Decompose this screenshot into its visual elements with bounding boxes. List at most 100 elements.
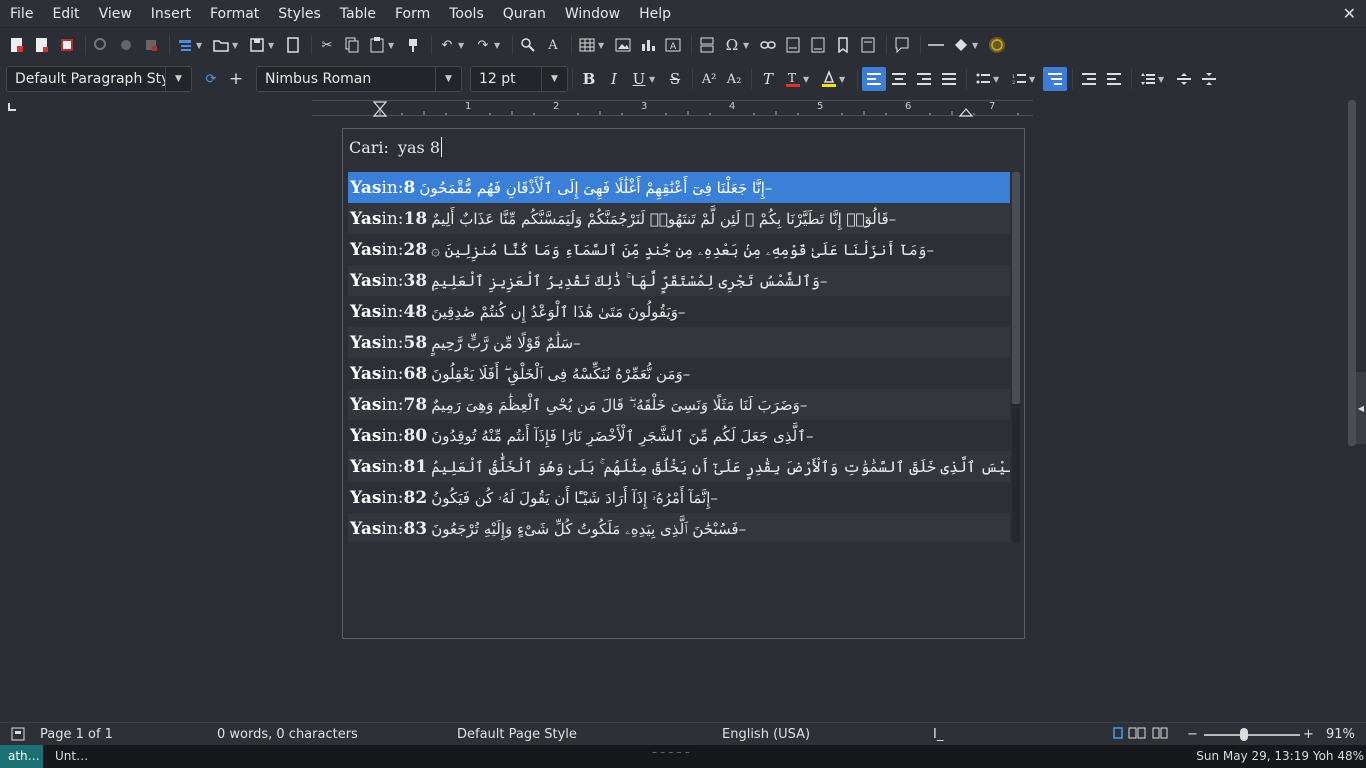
menu-view[interactable]: View [89, 0, 141, 28]
align-right-icon[interactable] [912, 67, 936, 91]
line-spacing-dropdown-icon[interactable]: ▼ [1158, 75, 1168, 84]
result-item[interactable]: Yas in: 18 –قَالُوٓا۟ إِنَّا تَطَيَّرْنَا ب… [348, 203, 1010, 234]
navigator-icon[interactable] [174, 34, 196, 56]
increase-indent-icon[interactable] [1077, 67, 1101, 91]
new-style-icon[interactable]: + [225, 68, 247, 90]
highlight-dropdown-icon[interactable]: ▼ [839, 75, 849, 84]
insert-line-icon[interactable] [925, 34, 947, 56]
insert-image-icon[interactable] [612, 34, 634, 56]
result-item[interactable]: Yas in: 78 –وَضَرَبَ لَنَا مَثَلًا وَنَسِىَ… [348, 389, 1010, 420]
insert-chart-icon[interactable] [637, 34, 659, 56]
result-item[interactable]: Yas in: 83 –فَسُبْحَٰنَ ٱلَّذِى بِيَدِهِۦ م… [348, 513, 1010, 542]
save-dropdown-icon[interactable]: ▼ [268, 41, 278, 50]
redo-icon[interactable]: ↷ [472, 34, 494, 56]
bold-icon[interactable]: B [577, 67, 601, 91]
table-dropdown-icon[interactable]: ▼ [598, 41, 608, 50]
single-page-view-icon[interactable] [1113, 727, 1123, 743]
search-field[interactable]: Cari: yas 8 [349, 137, 442, 157]
word-count[interactable]: 0 words, 0 characters [217, 727, 358, 742]
outline-format-icon[interactable] [1043, 67, 1067, 91]
tab-stop-corner-icon[interactable] [8, 103, 16, 111]
book-view-icon[interactable] [1152, 727, 1168, 743]
chevron-down-icon[interactable]: ▼ [435, 67, 461, 91]
decrease-paragraph-spacing-icon[interactable] [1197, 67, 1221, 91]
spelling-icon[interactable]: A [542, 34, 564, 56]
zoom-slider-handle[interactable] [1240, 728, 1248, 741]
insert-field-icon[interactable]: Ω [721, 34, 743, 56]
update-style-icon[interactable]: ⟳ [200, 68, 222, 90]
open-dropdown-icon[interactable]: ▼ [232, 41, 242, 50]
result-item[interactable]: Yas in: 8 –إِنَّا جَعَلْنَا فِىٓ أَعْنَٰقِه… [348, 172, 1010, 203]
line-spacing-icon[interactable] [1136, 67, 1160, 91]
save-icon[interactable] [246, 34, 268, 56]
document-modified-icon[interactable] [11, 727, 25, 745]
menu-tools[interactable]: Tools [439, 0, 493, 28]
settings-disabled-icon[interactable] [115, 34, 137, 56]
document-page[interactable]: Cari: yas 8 Yas in: 8 –إِنَّا جَعَلْنَا فِى… [342, 128, 1025, 639]
menu-table[interactable]: Table [330, 0, 385, 28]
insert-comment-icon[interactable] [891, 34, 913, 56]
menu-help[interactable]: Help [629, 0, 680, 28]
bullets-icon[interactable] [971, 67, 995, 91]
templates-icon[interactable] [56, 34, 78, 56]
numbering-dropdown-icon[interactable]: ▼ [1029, 75, 1039, 84]
menu-quran[interactable]: Quran [493, 0, 555, 28]
workspace-indicator[interactable]: ath… [0, 745, 43, 768]
font-size-combo[interactable]: 12 pt ▼ [470, 66, 568, 92]
document-vertical-scrollbar[interactable] [1348, 100, 1356, 446]
chevron-down-icon[interactable]: ▼ [165, 67, 191, 91]
page-count[interactable]: Page 1 of 1 [40, 727, 113, 742]
result-item[interactable]: Yas in: 28 –وَمَآ أَنزَلْنَا عَلَىٰ قَوْمِه… [348, 234, 1010, 265]
font-color-icon[interactable]: T [781, 67, 805, 91]
zoom-out-icon[interactable]: − [1187, 727, 1198, 742]
chevron-down-icon[interactable]: ▼ [541, 67, 567, 91]
menu-file[interactable]: File [0, 0, 42, 28]
result-item[interactable]: Yas in: 58 –سَلَٰمٌ قَوْلًا مِّن رَّبٍّ رَّ… [348, 327, 1010, 358]
zoom-in-icon[interactable]: + [1303, 727, 1314, 742]
new-document-icon[interactable] [6, 34, 28, 56]
results-scrollbar-thumb[interactable] [1012, 172, 1020, 404]
decrease-indent-icon[interactable] [1102, 67, 1126, 91]
increase-paragraph-spacing-icon[interactable] [1172, 67, 1196, 91]
multi-page-view-icon[interactable] [1128, 727, 1146, 743]
page-style[interactable]: Default Page Style [457, 727, 577, 742]
align-left-icon[interactable] [862, 67, 886, 91]
menu-styles[interactable]: Styles [268, 0, 329, 28]
insert-cross-reference-icon[interactable] [857, 34, 879, 56]
copy-icon[interactable] [341, 34, 363, 56]
menu-insert[interactable]: Insert [141, 0, 200, 28]
new-template-icon[interactable] [31, 34, 53, 56]
redo-dropdown-icon[interactable]: ▼ [494, 41, 504, 50]
underline-icon[interactable]: U [627, 67, 651, 91]
basic-shapes-icon[interactable] [950, 34, 972, 56]
insert-page-break-icon[interactable] [696, 34, 718, 56]
shapes-dropdown-icon[interactable]: ▼ [972, 41, 982, 50]
underline-dropdown-icon[interactable]: ▼ [649, 75, 659, 84]
find-replace-disabled-icon[interactable] [90, 34, 112, 56]
result-item[interactable]: Yas in: 38 –وَٱلشَّمْسُ تَجْرِى لِمُسْتَقَر… [348, 265, 1010, 296]
special-char-dropdown-icon[interactable]: ▼ [743, 41, 753, 50]
paste-dropdown-icon[interactable]: ▼ [388, 41, 398, 50]
insert-footnote-icon[interactable] [782, 34, 804, 56]
zoom-slider-track[interactable] [1204, 734, 1300, 736]
navigator-dropdown-icon[interactable]: ▼ [196, 41, 206, 50]
close-document-icon[interactable]: ✕ [1343, 4, 1356, 23]
paragraph-style-combo[interactable]: Default Paragraph Sty ▼ [6, 66, 192, 92]
bullets-dropdown-icon[interactable]: ▼ [993, 75, 1003, 84]
clone-formatting-icon[interactable] [402, 34, 424, 56]
clear-formatting-icon[interactable]: T [756, 67, 780, 91]
menu-window[interactable]: Window [555, 0, 629, 28]
horizontal-ruler[interactable]: 1 2 3 4 5 6 7 [312, 100, 1033, 117]
strikethrough-icon[interactable]: S [663, 67, 687, 91]
numbering-icon[interactable]: 12 [1007, 67, 1031, 91]
result-item[interactable]: Yas in: 81 –أَوَلَيْسَ ٱلَّذِى خَلَقَ ٱلسَّ… [348, 451, 1010, 482]
zoom-level[interactable]: 91% [1326, 727, 1355, 742]
subscript-icon[interactable]: A₂ [722, 67, 746, 91]
paste-icon[interactable] [366, 34, 388, 56]
result-item[interactable]: Yas in: 48 –وَيَقُولُونَ مَتَىٰ هَٰذَا ٱلْو… [348, 296, 1010, 327]
open-folder-icon[interactable] [210, 34, 232, 56]
result-item[interactable]: Yas in: 68 –وَمَن نُّعَمِّرْهُ نُنَكِّسْهُ … [348, 358, 1010, 389]
document-language[interactable]: English (USA) [722, 727, 810, 742]
export-disabled-icon[interactable] [140, 34, 162, 56]
insert-endnote-icon[interactable] [807, 34, 829, 56]
